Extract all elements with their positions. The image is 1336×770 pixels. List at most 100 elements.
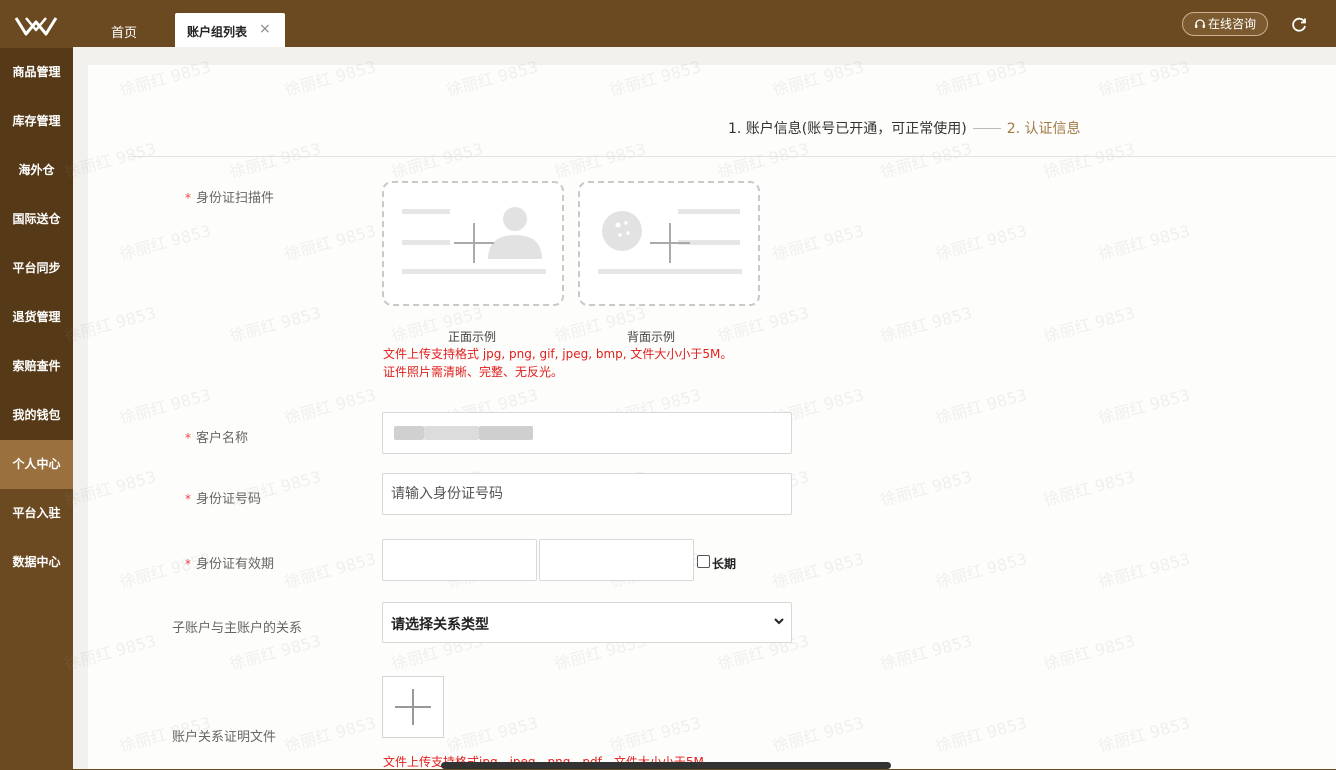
watermark: 徐丽红 9853	[933, 221, 1030, 264]
sidebar-item[interactable]: 平台同步	[0, 244, 73, 293]
main-area: 徐丽红 9853 徐丽红 9853 徐丽红 9853 徐丽红 9853 徐丽红 9853…	[63, 47, 1336, 769]
top-bar: 首页 账户组列表 × 在线咨询	[73, 0, 1336, 47]
watermark: 徐丽红 9853	[715, 139, 812, 182]
watermark: 徐丽红 9853	[389, 139, 486, 182]
watermark: 徐丽红 9853	[1041, 303, 1138, 346]
content-panel: 徐丽红 9853 徐丽红 9853 徐丽红 9853 徐丽红 9853 徐丽红 9853…	[63, 57, 1336, 769]
watermark: 徐丽红 9853	[878, 303, 975, 346]
step-separator	[972, 128, 1001, 129]
watermark: 徐丽红 9853	[282, 385, 379, 428]
divider	[130, 156, 1336, 157]
tab-label: 账户组列表	[187, 25, 248, 39]
relation-doc-label: 账户关系证明文件	[172, 730, 277, 745]
watermark: 徐丽红 9853	[62, 467, 159, 510]
watermark: 徐丽红 9853	[444, 713, 541, 756]
online-consult-button[interactable]: 在线咨询	[1182, 12, 1268, 36]
brand-logo[interactable]	[14, 16, 58, 36]
id-number-input[interactable]	[382, 473, 792, 515]
id-back-placeholder-icon	[598, 209, 742, 274]
sidebar: 商品管理 库存管理 海外仓 国际送仓 平台同步 退货管理 索赔查件 我的钱包 个人中心 平台入驻数…	[0, 0, 73, 769]
watermark: 徐丽红 9853	[933, 385, 1030, 428]
watermark: 徐丽红 9853	[117, 385, 214, 428]
watermark: 徐丽红 9853	[552, 139, 649, 182]
id-front-upload[interactable]	[382, 181, 564, 306]
tab-close-icon[interactable]: ×	[259, 21, 271, 37]
sidebar-item[interactable]: 退货管理	[0, 293, 73, 342]
watermark: 徐丽红 9853	[878, 139, 975, 182]
step-2: 2. 认证信息	[1006, 121, 1081, 137]
id-validity-start-input[interactable]	[382, 539, 537, 581]
sidebar-item[interactable]: 商品管理	[0, 48, 73, 97]
sidebar-item[interactable]: 我的钱包	[0, 391, 73, 440]
sidebar-item[interactable]: 库存管理	[0, 97, 73, 146]
watermark: 徐丽红 9853	[1096, 713, 1193, 756]
watermark: 徐丽红 9853	[1096, 385, 1193, 428]
watermark: 徐丽红 9853	[770, 549, 867, 592]
refresh-icon[interactable]	[1290, 16, 1308, 34]
watermark: 徐丽红 9853	[1096, 221, 1193, 264]
long-term-label: 长期	[712, 557, 737, 571]
redacted-name	[479, 426, 533, 440]
watermark: 徐丽红 9853	[282, 57, 379, 100]
watermark: 徐丽红 9853	[933, 713, 1030, 756]
watermark: 徐丽红 9853	[607, 713, 704, 756]
chevron-down-icon	[774, 618, 784, 625]
step-indicator: 1. 账户信息(账号已开通，可正常使用) 2. 认证信息	[728, 118, 1081, 138]
sidebar-item[interactable]: 平台入驻	[0, 489, 73, 538]
watermark: 徐丽红 9853	[227, 303, 324, 346]
horizontal-scrollbar[interactable]	[441, 762, 891, 769]
required-marker: *	[185, 191, 191, 205]
watermark: 徐丽红 9853	[770, 713, 867, 756]
sidebar-item[interactable]: 索赔查件	[0, 342, 73, 391]
watermark: 徐丽红 9853	[1041, 467, 1138, 510]
required-marker: *	[185, 431, 191, 445]
watermark: 徐丽红 9853	[1096, 57, 1193, 100]
relation-type-select[interactable]: 请选择关系类型	[382, 602, 792, 643]
sidebar-item[interactable]: 个人中心	[0, 440, 73, 489]
watermark: 徐丽红 9853	[444, 57, 541, 100]
relation-doc-upload[interactable]	[382, 676, 444, 738]
watermark: 徐丽红 9853	[715, 303, 812, 346]
watermark: 徐丽红 9853	[1041, 631, 1138, 674]
id-validity-label: * 身份证有效期	[185, 553, 274, 572]
back-caption: 背面示例	[627, 330, 676, 344]
customer-name-label-text: 客户名称	[196, 431, 249, 446]
redacted-name	[394, 426, 424, 440]
customer-name-input[interactable]	[382, 412, 792, 454]
required-marker: *	[185, 492, 191, 506]
tab-account-group-list[interactable]: 账户组列表 ×	[175, 13, 285, 47]
relation-select-value: 请选择关系类型	[391, 617, 489, 633]
watermark: 徐丽红 9853	[1096, 549, 1193, 592]
id-number-label: * 身份证号码	[185, 488, 261, 507]
id-scan-label: * 身份证扫描件	[185, 187, 274, 206]
watermark: 徐丽红 9853	[62, 631, 159, 674]
watermark: 徐丽红 9853	[282, 713, 379, 756]
watermark: 徐丽红 9853	[62, 139, 159, 182]
watermark: 徐丽红 9853	[933, 549, 1030, 592]
watermark: 徐丽红 9853	[117, 57, 214, 100]
watermark: 徐丽红 9853	[282, 221, 379, 264]
required-marker: *	[185, 557, 191, 571]
sidebar-menu: 商品管理 库存管理 海外仓 国际送仓 平台同步 退货管理 索赔查件 我的钱包 个人中心 平台入驻数…	[0, 48, 73, 587]
watermark: 徐丽红 9853	[878, 467, 975, 510]
watermark: 徐丽红 9853	[62, 303, 159, 346]
sidebar-item[interactable]: 国际送仓	[0, 195, 73, 244]
watermark: 徐丽红 9853	[607, 57, 704, 100]
online-consult-label: 在线咨询	[1207, 17, 1256, 31]
front-caption: 正面示例	[448, 330, 497, 344]
id-photo-quality-note: 证件照片需清晰、完整、无反光。	[383, 365, 564, 379]
watermark: 徐丽红 9853	[770, 57, 867, 100]
watermark: 徐丽红 9853	[933, 57, 1030, 100]
id-back-upload[interactable]	[578, 181, 760, 306]
customer-name-label: * 客户名称	[185, 427, 248, 446]
id-upload-format-note: 文件上传支持格式 jpg, png, gif, jpeg, bmp, 文件大小小…	[383, 347, 733, 361]
relation-label: 子账户与主账户的关系	[172, 621, 303, 636]
watermark: 徐丽红 9853	[878, 631, 975, 674]
step-1: 1. 账户信息(账号已开通，可正常使用)	[728, 121, 967, 137]
long-term-checkbox[interactable]	[697, 555, 710, 568]
sidebar-item[interactable]: 海外仓	[0, 146, 73, 195]
watermark: 徐丽红 9853	[1041, 139, 1138, 182]
tab-home[interactable]: 首页	[111, 22, 137, 41]
sidebar-item[interactable]: 数据中心	[0, 538, 73, 587]
id-validity-end-input[interactable]	[539, 539, 694, 581]
